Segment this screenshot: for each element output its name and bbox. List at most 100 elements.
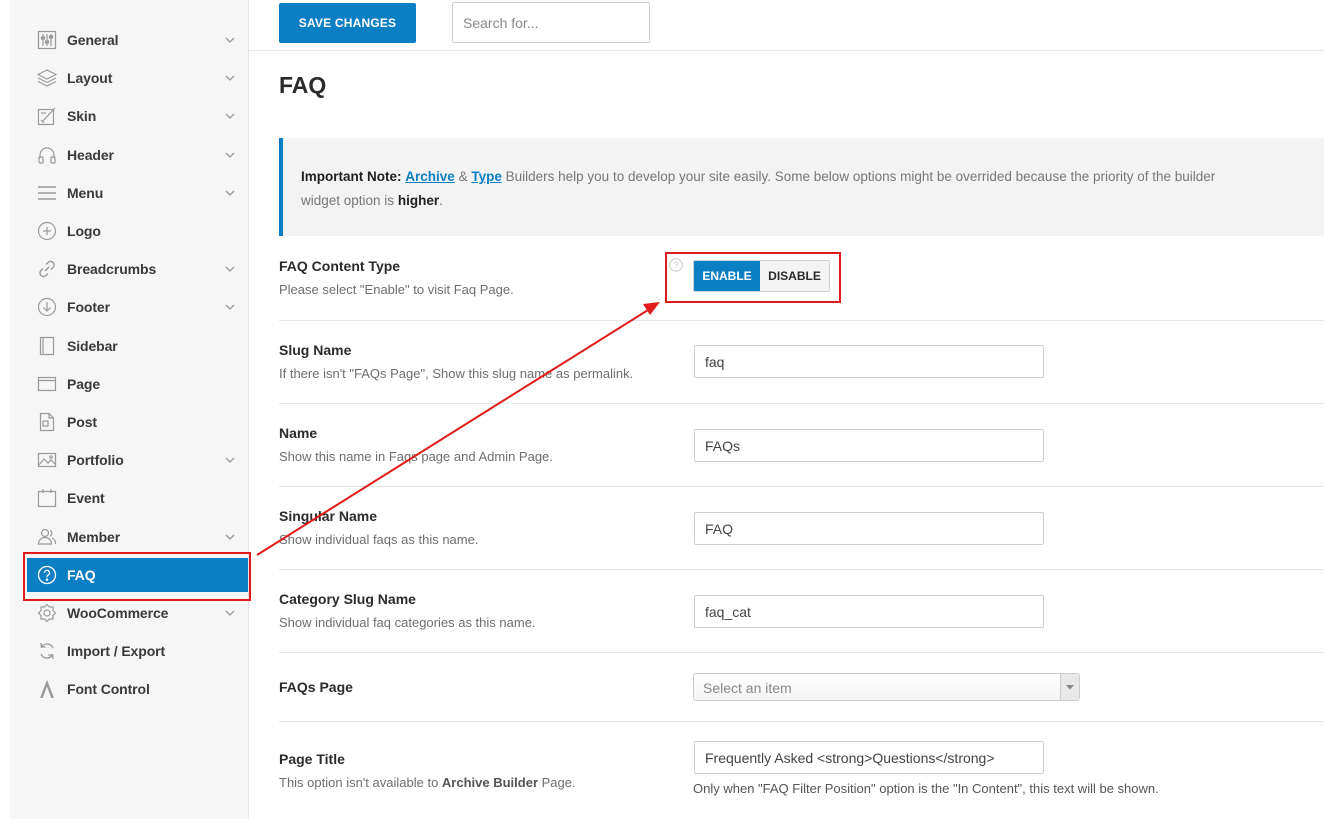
sidebar-item-label: Breadcrumbs — [67, 261, 157, 277]
sidebar-item-logo[interactable]: Logo — [27, 214, 248, 248]
sidebar-item-label: Member — [67, 529, 121, 545]
singular-name-input[interactable] — [694, 512, 1044, 545]
sidebar-item-sidebar[interactable]: Sidebar — [27, 329, 248, 363]
chevron-down-icon — [225, 37, 235, 43]
name-title: Name — [279, 425, 318, 441]
sidebar-item-label: Sidebar — [67, 338, 118, 354]
chevron-down-icon — [225, 190, 235, 196]
desc-prefix: This option isn't available to — [279, 775, 439, 790]
row-divider — [279, 320, 1324, 321]
type-link[interactable]: Type — [471, 169, 502, 184]
sidebar-item-font-control[interactable]: Font Control — [27, 672, 248, 706]
chevron-down-icon — [225, 534, 235, 540]
sidebar-item-skin[interactable]: Skin — [27, 99, 248, 133]
link-icon — [36, 258, 58, 280]
faqs-page-title: FAQs Page — [279, 679, 353, 695]
sidebar-item-page[interactable]: Page — [27, 367, 248, 401]
sidebar-item-label: General — [67, 32, 119, 48]
sidebar-item-portfolio[interactable]: Portfolio — [27, 443, 248, 477]
chevron-down-icon — [225, 457, 235, 463]
paint-icon — [36, 105, 58, 127]
question-circle-icon — [36, 564, 58, 586]
page-title: FAQ — [279, 72, 327, 98]
select-placeholder: Select an item — [703, 680, 792, 696]
sidebar-icon — [36, 335, 58, 357]
note-amp: & — [458, 169, 468, 184]
help-icon[interactable]: ? — [669, 258, 683, 272]
page-title-desc: This option isn't available to Archive B… — [279, 775, 576, 790]
document-icon — [36, 411, 58, 433]
enable-option[interactable]: ENABLE — [694, 261, 761, 291]
chevron-down-icon — [225, 113, 235, 119]
row-divider — [279, 486, 1324, 487]
sidebar-item-menu[interactable]: Menu — [27, 176, 248, 210]
row-divider — [279, 569, 1324, 570]
sidebar-item-label: Import / Export — [67, 643, 166, 659]
sidebar-item-label: FAQ — [67, 567, 96, 583]
sidebar-item-event[interactable]: Event — [27, 481, 248, 515]
hamburger-icon — [36, 182, 58, 204]
layers-icon — [36, 67, 58, 89]
sliders-icon — [36, 29, 58, 51]
page-title-note: Only when "FAQ Filter Position" option i… — [693, 781, 1159, 796]
headphones-icon — [36, 144, 58, 166]
sidebar-item-general[interactable]: General — [27, 23, 248, 57]
slug-name-input[interactable] — [694, 345, 1044, 378]
page-title-label: Page Title — [279, 751, 345, 767]
sidebar-item-label: Logo — [67, 223, 101, 239]
page-title-input[interactable] — [694, 741, 1044, 774]
note-prefix: Important Note: — [301, 169, 402, 184]
chevron-down-icon — [225, 75, 235, 81]
sidebar-item-label: Footer — [67, 299, 110, 315]
select-arrow-icon[interactable] — [1060, 674, 1079, 700]
singular-name-desc: Show individual faqs as this name. — [279, 532, 479, 547]
sidebar-item-post[interactable]: Post — [27, 405, 248, 439]
content-type-toggle: ENABLE DISABLE — [693, 260, 830, 292]
image-icon — [36, 449, 58, 471]
archive-link[interactable]: Archive — [405, 169, 455, 184]
sidebar-item-label: Skin — [67, 108, 97, 124]
slug-name-desc: If there isn't "FAQs Page", Show this sl… — [279, 366, 634, 381]
desc-bold: Archive Builder — [441, 775, 539, 790]
sidebar-edge-strip — [0, 0, 10, 819]
row-divider — [279, 652, 1324, 653]
search-input[interactable] — [452, 2, 650, 43]
desc-suffix: Page. — [541, 775, 576, 790]
row-divider — [279, 721, 1324, 722]
chevron-down-icon — [225, 610, 235, 616]
faqs-page-select[interactable]: Select an item — [693, 673, 1080, 701]
settings-sidebar: General Layout Skin Header Menu Logo Bre… — [0, 0, 249, 819]
chevron-down-icon — [225, 304, 235, 310]
disable-option[interactable]: DISABLE — [760, 261, 829, 291]
chevron-down-icon — [225, 152, 235, 158]
arrow-down-circle-icon — [36, 296, 58, 318]
svg-text:?: ? — [673, 260, 678, 270]
sidebar-item-layout[interactable]: Layout — [27, 61, 248, 95]
singular-name-title: Singular Name — [279, 508, 378, 524]
sidebar-item-header[interactable]: Header — [27, 138, 248, 172]
sidebar-item-label: Header — [67, 147, 114, 163]
top-toolbar: SAVE CHANGES — [249, 0, 1324, 51]
sidebar-item-woocommerce[interactable]: WooCommerce — [27, 596, 248, 630]
save-changes-button[interactable]: SAVE CHANGES — [279, 3, 416, 43]
category-slug-input[interactable] — [694, 595, 1044, 628]
note-suffix: . — [439, 193, 443, 208]
sidebar-item-label: WooCommerce — [67, 605, 169, 621]
sidebar-item-footer[interactable]: Footer — [27, 290, 248, 324]
sidebar-item-member[interactable]: Member — [27, 520, 248, 554]
row-divider — [279, 403, 1324, 404]
sidebar-item-import-export[interactable]: Import / Export — [27, 634, 248, 668]
woo-icon — [36, 602, 58, 624]
content-type-title: FAQ Content Type — [279, 258, 401, 274]
category-slug-title: Category Slug Name — [279, 591, 416, 607]
sidebar-item-faq[interactable]: FAQ — [27, 558, 248, 592]
sidebar-item-label: Post — [67, 414, 97, 430]
refresh-icon — [36, 640, 58, 662]
content-type-desc: Please select "Enable" to visit Faq Page… — [279, 282, 514, 297]
note-emph: higher — [397, 193, 440, 208]
sidebar-item-label: Font Control — [67, 681, 150, 697]
sidebar-item-label: Menu — [67, 185, 104, 201]
name-input[interactable] — [694, 429, 1044, 462]
sidebar-item-breadcrumbs[interactable]: Breadcrumbs — [27, 252, 248, 286]
font-icon — [36, 678, 58, 700]
